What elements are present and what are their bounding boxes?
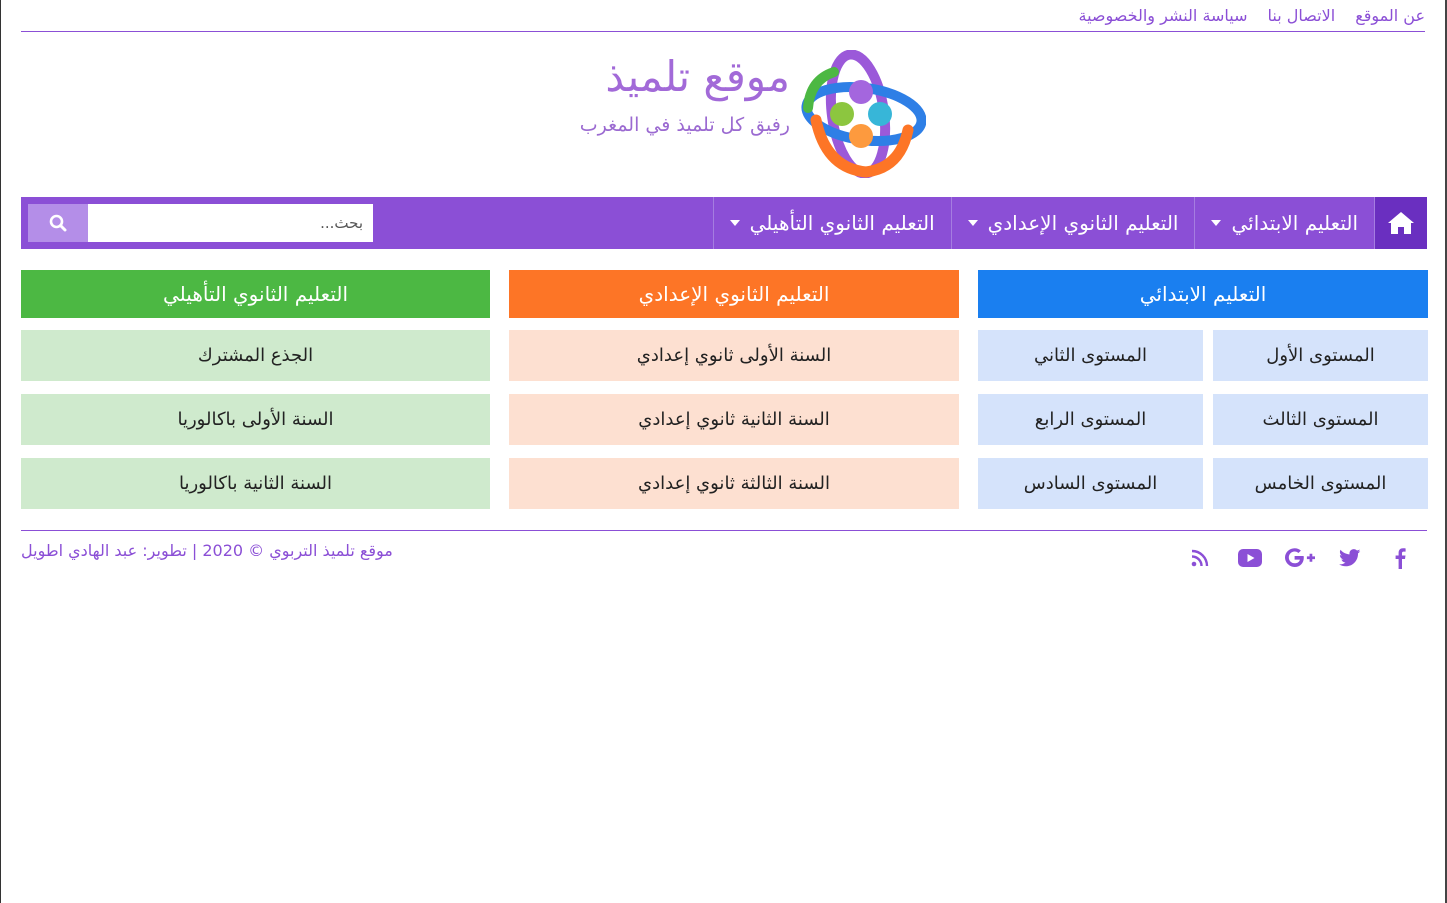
nav-secondary-label: التعليم الثانوي التأهيلي: [749, 211, 935, 235]
logo-mark-icon: [801, 50, 926, 178]
level-4-link[interactable]: المستوى الرابع: [978, 394, 1203, 445]
level-3-link[interactable]: المستوى الثالث: [1213, 394, 1428, 445]
bac-year-2-link[interactable]: السنة الثانية باكالوريا: [21, 458, 490, 509]
common-core-link[interactable]: الجذع المشترك: [21, 330, 490, 381]
nav-middle-education[interactable]: التعليم الثانوي الإعدادي: [950, 197, 1195, 249]
chevron-down-icon: [729, 220, 740, 226]
google-plus-icon[interactable]: [1275, 545, 1325, 571]
main-navbar: التعليم الابتدائي التعليم الثانوي الإعدا…: [21, 197, 1427, 249]
secondary-education-section: التعليم الثانوي التأهيلي: [21, 270, 490, 318]
home-button[interactable]: [1374, 197, 1427, 249]
search-input[interactable]: [88, 204, 373, 242]
logo-subtitle: رفيق كل تلميذ في المغرب: [579, 114, 790, 136]
nav-primary-label: التعليم الابتدائي: [1231, 211, 1358, 235]
search-button[interactable]: [28, 204, 88, 242]
secondary-section-title[interactable]: التعليم الثانوي التأهيلي: [21, 270, 490, 318]
level-6-link[interactable]: المستوى السادس: [978, 458, 1203, 509]
middle-section-title[interactable]: التعليم الثانوي الإعدادي: [509, 270, 959, 318]
logo-title: موقع تلميذ: [605, 52, 790, 101]
footer-divider: [21, 530, 1427, 531]
facebook-icon[interactable]: [1375, 545, 1425, 571]
copyright-text: موقع تلميذ التربوي © 2020 | تطوير: عبد ا…: [21, 541, 393, 560]
page: عن الموقع الاتصال بنا سياسة النشر والخصو…: [0, 0, 1447, 903]
privacy-policy-link[interactable]: سياسة النشر والخصوصية: [1079, 6, 1248, 25]
primary-education-section: التعليم الابتدائي: [978, 270, 1428, 318]
middle-year-2-link[interactable]: السنة الثانية ثانوي إعدادي: [509, 394, 959, 445]
search-form: [28, 204, 373, 242]
site-logo[interactable]: موقع تلميذ رفيق كل تلميذ في المغرب: [546, 48, 926, 180]
middle-education-section: التعليم الثانوي الإعدادي: [509, 270, 959, 318]
rss-icon[interactable]: [1175, 545, 1225, 571]
search-icon: [49, 214, 67, 232]
social-links: [1175, 545, 1425, 571]
nav-primary-education[interactable]: التعليم الابتدائي: [1194, 197, 1374, 249]
nav-secondary-education[interactable]: التعليم الثانوي التأهيلي: [712, 197, 951, 249]
home-icon: [1388, 212, 1414, 234]
middle-year-1-link[interactable]: السنة الأولى ثانوي إعدادي: [509, 330, 959, 381]
middle-year-3-link[interactable]: السنة الثالثة ثانوي إعدادي: [509, 458, 959, 509]
about-link[interactable]: عن الموقع: [1355, 6, 1425, 25]
primary-section-title[interactable]: التعليم الابتدائي: [978, 270, 1428, 318]
bac-year-1-link[interactable]: السنة الأولى باكالوريا: [21, 394, 490, 445]
chevron-down-icon: [967, 220, 978, 226]
top-links-bar: عن الموقع الاتصال بنا سياسة النشر والخصو…: [21, 0, 1425, 32]
level-1-link[interactable]: المستوى الأول: [1213, 330, 1428, 381]
contact-link[interactable]: الاتصال بنا: [1268, 6, 1336, 25]
chevron-down-icon: [1211, 220, 1222, 226]
level-2-link[interactable]: المستوى الثاني: [978, 330, 1203, 381]
nav-middle-label: التعليم الثانوي الإعدادي: [987, 211, 1179, 235]
youtube-icon[interactable]: [1225, 545, 1275, 571]
twitter-icon[interactable]: [1325, 545, 1375, 571]
level-5-link[interactable]: المستوى الخامس: [1213, 458, 1428, 509]
